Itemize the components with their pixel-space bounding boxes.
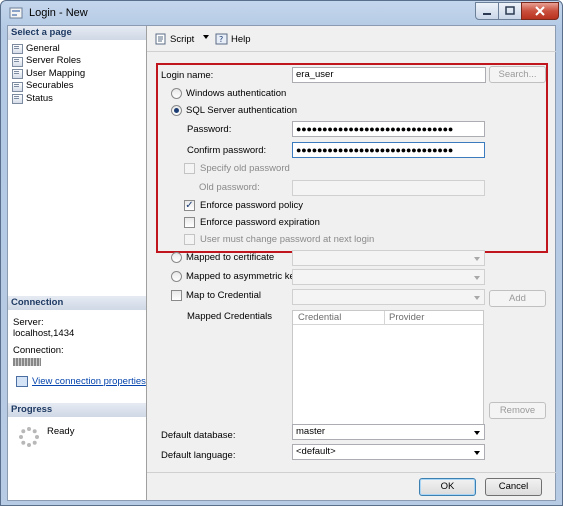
- login-app-icon: [9, 7, 23, 19]
- maximize-button[interactable]: [498, 2, 522, 20]
- svg-text:?: ?: [219, 35, 223, 44]
- chevron-down-icon: [474, 431, 480, 435]
- server-label: Server:: [13, 317, 44, 328]
- default-database-label: Default database:: [161, 430, 236, 441]
- map-credential-checkbox[interactable]: [171, 290, 182, 301]
- page-item-status[interactable]: Status: [12, 92, 85, 105]
- grid-column-credential[interactable]: Credential: [298, 312, 341, 323]
- page-item-label: Securables: [26, 80, 74, 92]
- mapped-asymmetric-radio[interactable]: [171, 271, 182, 282]
- help-icon: ?: [215, 33, 228, 45]
- toolbar: Script ? Help: [147, 26, 556, 52]
- script-label: Script: [170, 33, 195, 45]
- close-window-button[interactable]: [521, 2, 559, 20]
- chevron-down-icon: [474, 451, 480, 455]
- connection-value-redacted: [13, 358, 41, 366]
- default-database-value: master: [296, 426, 326, 437]
- default-language-select[interactable]: <default>: [292, 444, 485, 460]
- mapped-credentials-grid[interactable]: Credential Provider: [292, 310, 484, 438]
- page-item-label: User Mapping: [26, 67, 86, 79]
- view-connection-properties-link[interactable]: View connection properties: [16, 376, 146, 387]
- page-icon: [12, 68, 23, 80]
- dialog-client-area: Select a page General Server Roles User …: [7, 25, 556, 501]
- page-icon: [12, 81, 23, 92]
- minimize-button[interactable]: [475, 2, 499, 20]
- connection-info: Server: localhost,1434 Connection:: [13, 317, 74, 366]
- close-icon: [535, 6, 545, 16]
- login-dialog-window: Login - New Select a page General Server…: [0, 0, 563, 506]
- server-value: localhost,1434: [13, 328, 75, 339]
- default-database-select[interactable]: master: [292, 424, 485, 440]
- connection-header: Connection: [8, 296, 146, 310]
- mapped-asymmetric-label: Mapped to asymmetric key: [186, 271, 300, 282]
- grid-column-provider[interactable]: Provider: [389, 312, 424, 323]
- page-icon: [12, 93, 23, 105]
- script-dropdown-arrow-icon[interactable]: [203, 35, 209, 39]
- default-language-value: <default>: [296, 446, 336, 457]
- map-credential-label: Map to Credential: [186, 290, 261, 301]
- page-list: General Server Roles User Mapping Secura…: [12, 42, 85, 105]
- page-item-securables[interactable]: Securables: [12, 80, 85, 93]
- chevron-down-icon: [474, 257, 480, 261]
- help-button[interactable]: ? Help: [215, 33, 251, 45]
- script-icon: [155, 33, 166, 45]
- help-label: Help: [231, 33, 251, 45]
- page-item-user-mapping[interactable]: User Mapping: [12, 67, 85, 80]
- progress-header: Progress: [8, 403, 146, 417]
- asymmetric-key-combo[interactable]: [292, 269, 485, 285]
- mapped-certificate-radio[interactable]: [171, 252, 182, 263]
- must-change-checkbox[interactable]: [184, 234, 195, 245]
- properties-icon: [16, 376, 28, 387]
- credential-combo[interactable]: [292, 289, 485, 305]
- default-language-label: Default language:: [161, 450, 236, 461]
- page-item-label: Status: [26, 92, 53, 104]
- cancel-button[interactable]: Cancel: [485, 478, 542, 496]
- mapped-certificate-label: Mapped to certificate: [186, 252, 275, 263]
- page-icon: [12, 43, 23, 55]
- certificate-combo[interactable]: [292, 250, 485, 266]
- remove-credential-button[interactable]: Remove: [489, 402, 546, 419]
- progress-status: Ready: [47, 426, 75, 437]
- progress-spinner-icon: [19, 427, 39, 447]
- connection-label: Connection:: [13, 345, 64, 356]
- page-item-server-roles[interactable]: Server Roles: [12, 55, 85, 68]
- page-item-label: General: [26, 42, 60, 54]
- left-pane: Select a page General Server Roles User …: [8, 26, 147, 500]
- minimize-icon: [483, 13, 491, 15]
- add-credential-button[interactable]: Add: [489, 290, 546, 307]
- must-change-label: User must change password at next login: [200, 234, 375, 245]
- title-bar[interactable]: Login - New: [1, 1, 562, 25]
- highlight-box: [156, 63, 548, 253]
- page-icon: [12, 56, 23, 67]
- chevron-down-icon: [474, 276, 480, 280]
- window-title: Login - New: [29, 7, 88, 19]
- bottom-separator: [147, 472, 556, 473]
- script-button[interactable]: Script: [154, 33, 194, 45]
- page-item-label: Server Roles: [26, 55, 81, 67]
- grid-header: Credential Provider: [293, 311, 483, 325]
- select-page-header: Select a page: [8, 26, 146, 40]
- page-item-general[interactable]: General: [12, 42, 85, 55]
- column-divider: [384, 311, 385, 325]
- maximize-icon: [505, 6, 515, 15]
- ok-button[interactable]: OK: [419, 478, 476, 496]
- chevron-down-icon: [474, 296, 480, 300]
- mapped-credentials-label: Mapped Credentials: [187, 311, 273, 322]
- view-connection-properties-label: View connection properties: [32, 376, 146, 387]
